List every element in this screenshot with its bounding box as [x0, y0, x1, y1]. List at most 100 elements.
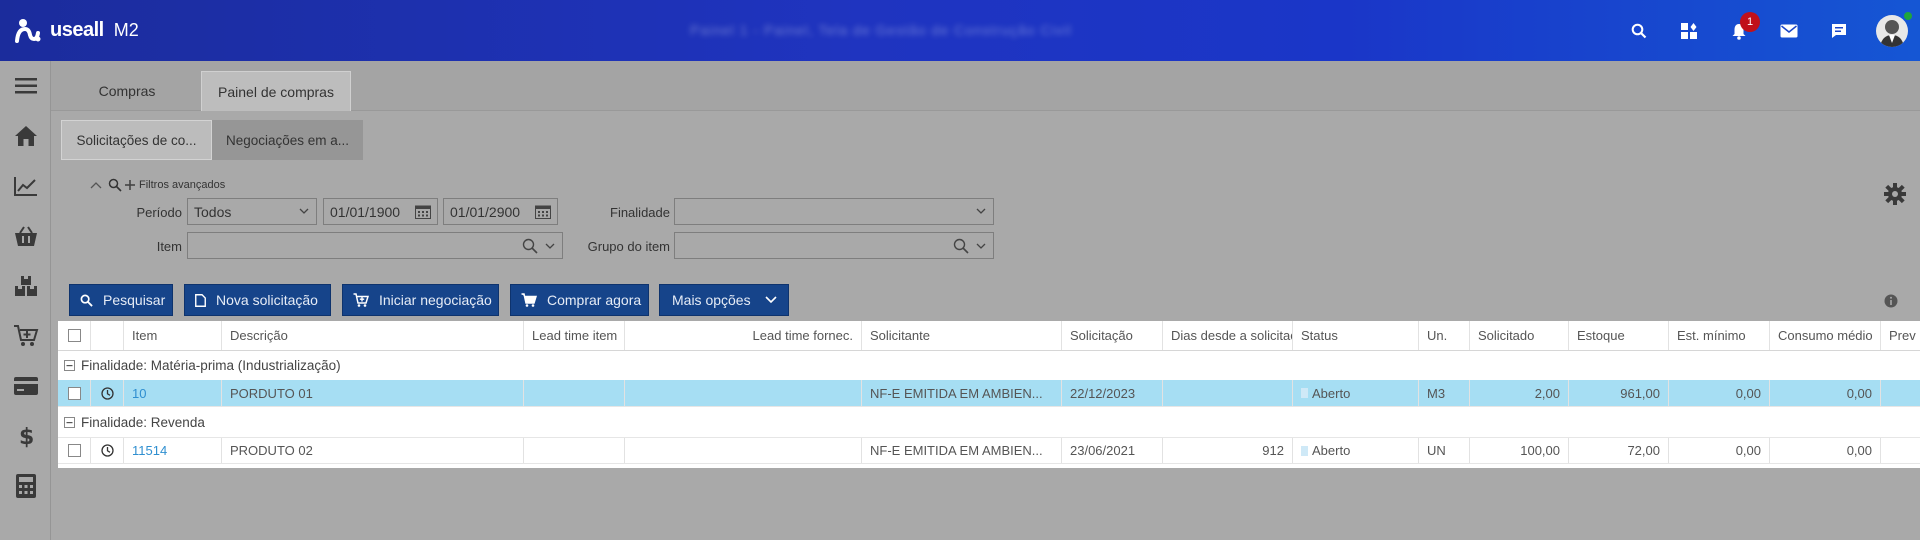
sidebar-item-calculator[interactable]	[0, 461, 51, 511]
notification-badge: 1	[1740, 12, 1760, 32]
row-checkbox[interactable]	[67, 386, 81, 400]
status-indicator	[1301, 388, 1308, 398]
info-button[interactable]	[1884, 294, 1898, 311]
group-header[interactable]: Finalidade: Matéria-prima (Industrializa…	[58, 352, 1920, 379]
un-cell: UN	[1419, 438, 1470, 463]
select-all-checkbox[interactable]	[67, 329, 81, 342]
sidebar-item-stock[interactable]	[0, 261, 51, 311]
dashboard-button[interactable]	[1664, 0, 1714, 61]
sidebar-item-cart[interactable]	[0, 311, 51, 361]
search-button[interactable]	[1614, 0, 1664, 61]
requests-grid: Item Descrição Lead time item Lead time …	[58, 321, 1920, 468]
status-indicator	[1301, 445, 1308, 456]
mais-opcoes-label: Mais opções	[672, 292, 751, 308]
mail-button[interactable]	[1764, 0, 1814, 61]
sidebar-item-home[interactable]	[0, 111, 51, 161]
estoque-cell: 72,00	[1569, 438, 1669, 463]
group-header[interactable]: Finalidade: Revenda	[58, 409, 1920, 436]
calendar-icon[interactable]	[535, 204, 551, 219]
calendar-icon[interactable]	[415, 204, 431, 219]
col-un[interactable]: Un.	[1419, 321, 1470, 350]
col-prev[interactable]: Prev	[1881, 321, 1920, 350]
table-row[interactable]: 11514 PRODUTO 02 NF-E EMITIDA EM AMBIEN.…	[58, 437, 1920, 464]
chevron-down-icon	[545, 243, 555, 249]
date-to-field[interactable]: 01/01/2900	[443, 198, 558, 225]
solicitacao-cell: 23/06/2021	[1062, 438, 1163, 463]
prev-cell	[1881, 438, 1920, 463]
gear-icon	[1884, 183, 1906, 205]
chat-button[interactable]	[1814, 0, 1864, 61]
notifications-button[interactable]: 1	[1714, 0, 1764, 61]
col-solicitacao[interactable]: Solicitação	[1062, 321, 1163, 350]
cart-icon	[521, 293, 537, 307]
search-icon[interactable]	[522, 238, 538, 254]
col-solicitante[interactable]: Solicitante	[862, 321, 1062, 350]
solicitado-cell: 2,00	[1470, 380, 1569, 406]
col-consumo-medio[interactable]: Consumo médio	[1770, 321, 1881, 350]
periodo-select[interactable]: Todos	[187, 198, 317, 225]
sidebar-item-payments[interactable]	[0, 361, 51, 411]
logo[interactable]: useall M2	[14, 17, 139, 45]
finalidade-label: Finalidade	[610, 205, 670, 220]
tab-negociacoes[interactable]: Negociações em a...	[212, 120, 363, 160]
col-descricao[interactable]: Descrição	[222, 321, 524, 350]
item-link[interactable]: 10	[124, 380, 222, 406]
lead-time-fornec-cell	[625, 380, 862, 406]
grid-header: Item Descrição Lead time item Lead time …	[58, 321, 1920, 351]
document-icon	[195, 293, 206, 307]
tab-painel-de-compras[interactable]: Painel de compras	[201, 71, 351, 111]
status-text: Aberto	[1312, 443, 1351, 458]
line-chart-icon	[13, 177, 37, 196]
clock-icon[interactable]	[100, 386, 114, 400]
sidebar-menu-toggle[interactable]	[0, 61, 51, 111]
est-minimo-cell: 0,00	[1669, 380, 1770, 406]
row-checkbox[interactable]	[67, 444, 81, 457]
col-item[interactable]: Item	[124, 321, 222, 350]
user-menu-button[interactable]	[1864, 0, 1920, 61]
mais-opcoes-button[interactable]: Mais opções	[659, 284, 789, 316]
col-lead-time-item[interactable]: Lead time item	[524, 321, 625, 350]
col-lead-time-fornec[interactable]: Lead time fornec.	[625, 321, 862, 350]
dollar-icon: $	[19, 425, 34, 448]
iniciar-negociacao-button[interactable]: Iniciar negociação	[342, 284, 499, 316]
table-row[interactable]: 10 PORDUTO 01 NF-E EMITIDA EM AMBIEN... …	[58, 380, 1920, 407]
pesquisar-button[interactable]: Pesquisar	[69, 284, 173, 316]
sidebar-item-reports[interactable]	[0, 161, 51, 211]
search-icon[interactable]	[953, 238, 969, 254]
clock-icon[interactable]	[100, 444, 114, 457]
col-est-minimo[interactable]: Est. mínimo	[1669, 321, 1770, 350]
icon-header-cell	[91, 321, 124, 350]
advanced-filters-toggle[interactable]: Filtros avançados	[90, 178, 225, 192]
svg-text:$: $	[19, 425, 34, 448]
item-link[interactable]: 11514	[124, 438, 222, 463]
item-search-field[interactable]	[187, 232, 563, 259]
mail-icon	[1780, 24, 1798, 37]
chevron-up-icon	[90, 182, 102, 189]
un-cell: M3	[1419, 380, 1470, 406]
col-estoque[interactable]: Estoque	[1569, 321, 1669, 350]
finalidade-select[interactable]	[674, 198, 994, 225]
tab-solicitacoes[interactable]: Solicitações de co...	[61, 120, 212, 160]
settings-button[interactable]	[1884, 183, 1906, 208]
chevron-down-icon	[299, 208, 309, 214]
group-title: Finalidade: Revenda	[81, 415, 205, 430]
comprar-agora-button[interactable]: Comprar agora	[510, 284, 649, 316]
lead-time-item-cell	[524, 380, 625, 406]
col-solicitado[interactable]: Solicitado	[1470, 321, 1569, 350]
col-dias[interactable]: Dias desde a solicitação	[1163, 321, 1293, 350]
date-from-field[interactable]: 01/01/1900	[323, 198, 438, 225]
boxes-icon	[14, 276, 37, 296]
collapse-icon[interactable]	[64, 360, 75, 371]
consumo-medio-cell: 0,00	[1770, 380, 1881, 406]
col-status[interactable]: Status	[1293, 321, 1419, 350]
grupo-item-search-field[interactable]	[674, 232, 994, 259]
collapse-icon[interactable]	[64, 417, 75, 428]
lead-time-fornec-cell	[625, 438, 862, 463]
nova-solicitacao-button[interactable]: Nova solicitação	[184, 284, 331, 316]
solicitante-cell: NF-E EMITIDA EM AMBIEN...	[862, 438, 1062, 463]
sidebar-item-purchases[interactable]	[0, 211, 51, 261]
cart-add-icon	[353, 293, 369, 307]
tab-compras[interactable]: Compras	[75, 71, 179, 111]
sidebar-item-finance[interactable]: $	[0, 411, 51, 461]
dashboard-icon	[1681, 22, 1697, 39]
